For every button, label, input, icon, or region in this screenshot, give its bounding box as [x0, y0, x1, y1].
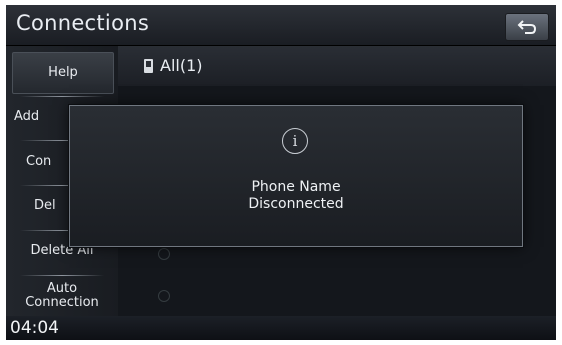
title-bar: Connections: [6, 5, 556, 46]
sidebar-item-label: Del: [34, 198, 56, 213]
list-header[interactable]: All(1): [118, 46, 556, 86]
info-icon: i: [282, 128, 308, 154]
sidebar-item-help[interactable]: Help: [12, 52, 114, 94]
device-icon: [158, 248, 170, 260]
popup-line-device-name: Phone Name: [251, 179, 341, 195]
sidebar-item-label: Add: [14, 109, 40, 124]
list-item[interactable]: [138, 278, 478, 316]
status-bar: 04:04: [6, 316, 556, 340]
back-arrow-icon: [517, 20, 537, 34]
list-header-label: All(1): [160, 56, 203, 75]
phone-icon: [144, 59, 153, 73]
infotainment-screen: Connections Help Add Con Del Delete All: [6, 5, 556, 340]
back-button[interactable]: [505, 13, 549, 41]
device-icon: [158, 290, 170, 302]
popup-line-status: Disconnected: [248, 196, 344, 212]
sidebar-item-label: Auto Connection: [25, 281, 99, 310]
sidebar-item-label: Help: [48, 65, 78, 80]
popup-message: Phone Name Disconnected: [70, 179, 522, 213]
page-title: Connections: [16, 11, 150, 35]
sidebar-item-auto-connection[interactable]: Auto Connection: [14, 276, 110, 316]
sidebar-item-label: Con: [26, 154, 52, 169]
disconnected-popup[interactable]: i Phone Name Disconnected: [69, 105, 523, 247]
clock: 04:04: [10, 318, 59, 338]
